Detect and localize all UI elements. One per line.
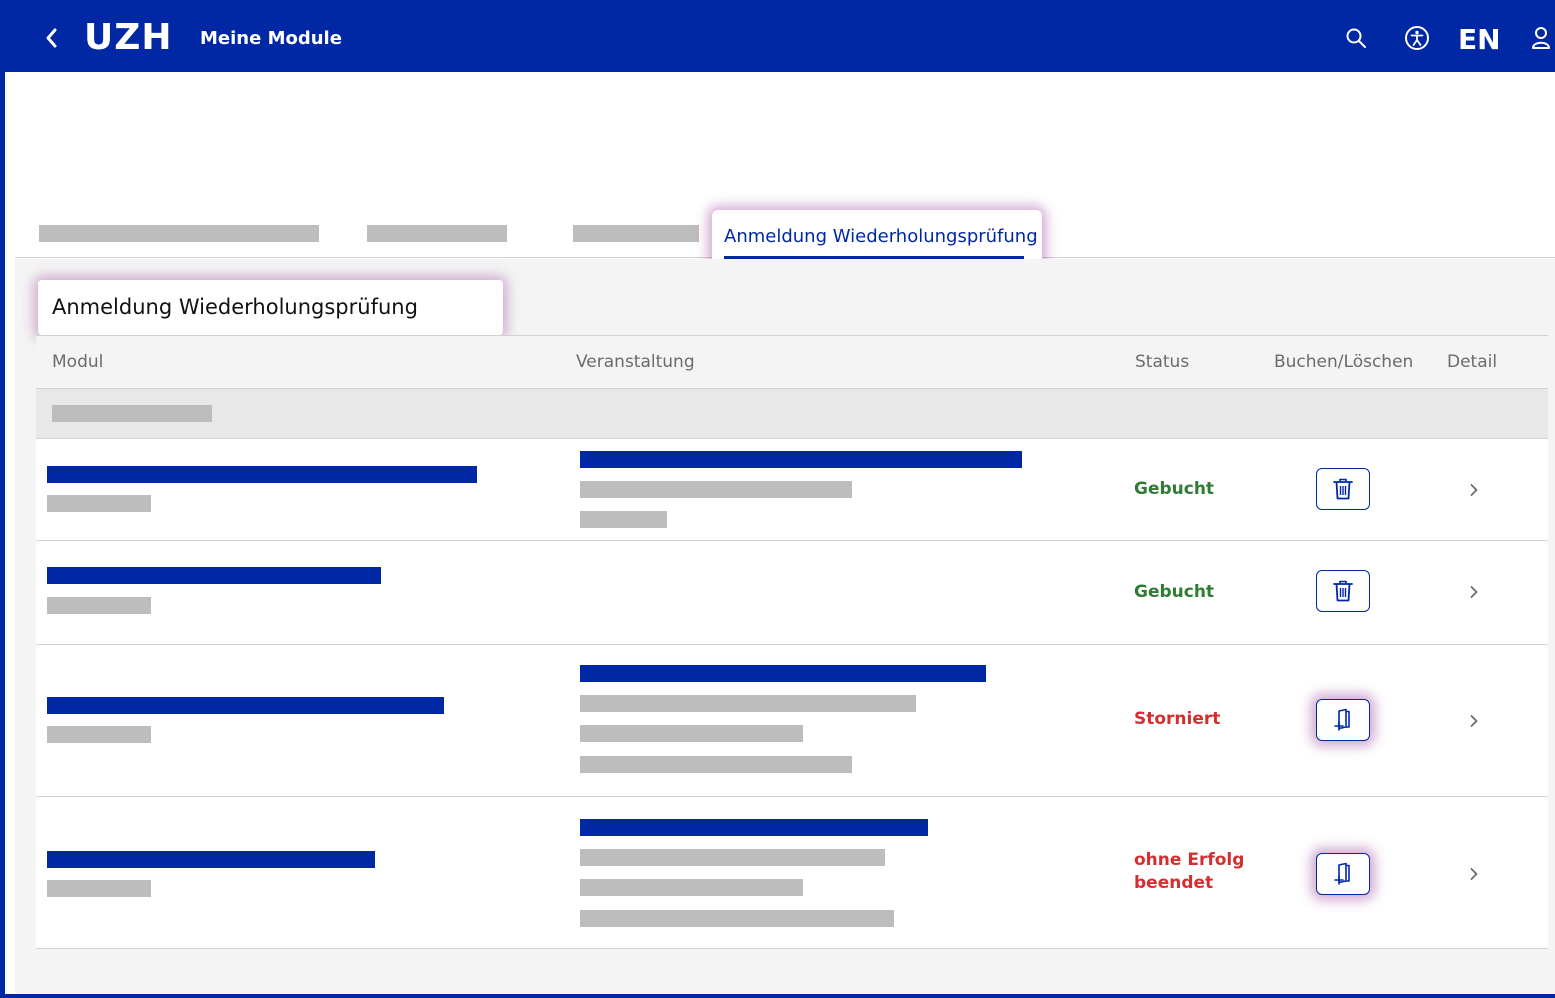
table-row: Gebucht xyxy=(36,541,1548,645)
course-info-redacted xyxy=(580,695,916,712)
chevron-right-icon xyxy=(1470,484,1478,496)
accessibility-icon xyxy=(1405,26,1429,50)
search-button[interactable] xyxy=(1342,24,1370,52)
course-title-redacted[interactable] xyxy=(580,819,928,836)
table-row: Gebucht xyxy=(36,439,1548,541)
column-header-buchen-loeschen: Buchen/Löschen xyxy=(1274,352,1414,372)
table-row: Storniert xyxy=(36,645,1548,797)
detail-button[interactable] xyxy=(1464,862,1484,886)
chevron-right-icon xyxy=(1470,586,1478,598)
delete-button[interactable] xyxy=(1316,468,1370,510)
tab-label: Anmeldung Wiederholungsprüfung xyxy=(724,226,1038,247)
detail-button[interactable] xyxy=(1464,580,1484,604)
column-header-status: Status xyxy=(1135,352,1190,372)
user-button[interactable] xyxy=(1527,24,1555,52)
column-header-modul: Modul xyxy=(52,352,104,372)
module-title-redacted[interactable] xyxy=(47,567,381,584)
module-title-redacted[interactable] xyxy=(47,851,375,868)
app-title: Meine Module xyxy=(200,28,342,49)
course-info-redacted xyxy=(580,481,852,498)
search-icon xyxy=(1346,28,1366,48)
course-info-redacted xyxy=(580,756,852,773)
trash-icon xyxy=(1333,580,1353,602)
module-code-redacted xyxy=(47,880,151,897)
table-group-header xyxy=(36,389,1548,439)
column-header-veranstaltung: Veranstaltung xyxy=(576,352,695,372)
tab-redacted-1[interactable] xyxy=(39,225,319,242)
book-add-icon xyxy=(1334,708,1350,731)
course-info-redacted xyxy=(580,849,885,866)
status-badge: Gebucht xyxy=(1134,479,1215,499)
table-row: ohne Erfolg beendet xyxy=(36,797,1548,949)
course-info-redacted xyxy=(580,910,894,927)
course-title-redacted[interactable] xyxy=(580,665,986,682)
status-badge: Storniert xyxy=(1134,709,1221,729)
uzh-logo[interactable]: UZH xyxy=(84,16,172,60)
module-title-redacted[interactable] xyxy=(47,697,444,714)
module-title-redacted[interactable] xyxy=(47,466,477,483)
column-header-detail: Detail xyxy=(1447,352,1498,372)
window-frame-bottom xyxy=(0,994,1555,998)
detail-button[interactable] xyxy=(1464,478,1484,502)
detail-button[interactable] xyxy=(1464,709,1484,733)
accessibility-button[interactable] xyxy=(1403,24,1431,52)
status-badge: Gebucht xyxy=(1134,582,1215,602)
tab-redacted-2[interactable] xyxy=(367,225,507,242)
module-code-redacted xyxy=(47,726,151,743)
modules-table: Modul Veranstaltung Status Buchen/Lösche… xyxy=(36,335,1548,949)
tab-redacted-3[interactable] xyxy=(573,225,699,242)
course-info-redacted xyxy=(580,725,803,742)
chevron-right-icon xyxy=(1470,715,1478,727)
book-button[interactable] xyxy=(1316,699,1370,741)
back-button[interactable] xyxy=(38,20,66,56)
main-content: Anmeldung Wiederholungsprüfung Modul Ver… xyxy=(15,259,1555,994)
chevron-right-icon xyxy=(1470,868,1478,880)
table-header: Modul Veranstaltung Status Buchen/Lösche… xyxy=(36,335,1548,389)
user-icon xyxy=(1532,27,1550,49)
module-code-redacted xyxy=(47,597,151,614)
book-button[interactable] xyxy=(1316,853,1370,895)
section-title: Anmeldung Wiederholungsprüfung xyxy=(38,280,503,335)
tab-bar: Anmeldung Wiederholungsprüfung xyxy=(15,72,1555,280)
status-badge: ohne Erfolg beendet xyxy=(1134,850,1245,893)
course-title-redacted[interactable] xyxy=(580,451,1022,468)
language-switch[interactable]: EN xyxy=(1458,20,1501,60)
module-code-redacted xyxy=(47,495,151,512)
window-frame-left xyxy=(0,0,5,998)
delete-button[interactable] xyxy=(1316,570,1370,612)
course-info-redacted xyxy=(580,511,667,528)
course-info-redacted xyxy=(580,879,803,896)
redacted-group-label xyxy=(52,405,212,422)
book-add-icon xyxy=(1334,862,1350,885)
back-chevron-icon xyxy=(46,28,57,48)
trash-icon xyxy=(1333,478,1353,500)
top-navigation-bar: UZH Meine Module EN xyxy=(0,0,1555,72)
